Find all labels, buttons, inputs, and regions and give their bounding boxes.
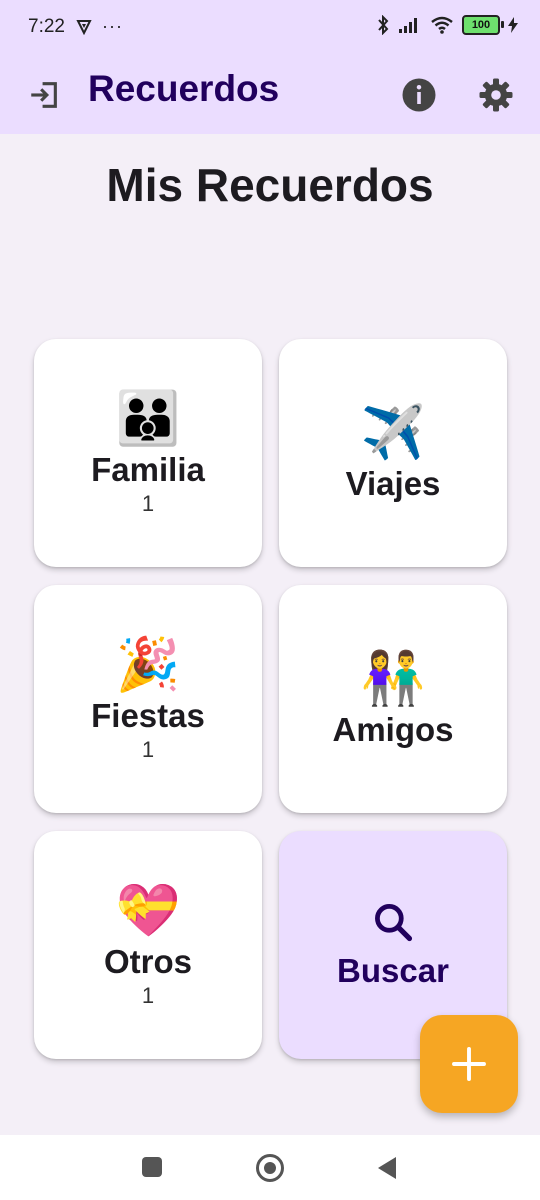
add-memory-fab[interactable]: [420, 1015, 518, 1113]
category-label: Amigos: [332, 711, 454, 748]
heart-gift-icon: 💝: [115, 882, 181, 940]
settings-button[interactable]: [472, 71, 520, 119]
add-icon: [452, 1047, 486, 1081]
app-title: Recuerdos: [88, 68, 280, 109]
category-label: Fiestas: [91, 697, 205, 734]
category-label: Viajes: [345, 465, 441, 502]
system-nav-bar: [0, 1135, 540, 1200]
home-button[interactable]: [256, 1154, 284, 1182]
vpn-shield-icon: [76, 19, 92, 35]
category-count: 1: [141, 983, 155, 1008]
signal-icon: [399, 18, 417, 33]
category-count: 1: [141, 737, 155, 762]
wifi-icon: [431, 16, 453, 34]
settings-icon: [479, 78, 513, 112]
status-notification-icons: ···: [76, 16, 123, 37]
home-dot-icon: [264, 1162, 276, 1174]
category-card-otros[interactable]: 💝 Otros 1: [34, 831, 262, 1059]
family-icon: 👪: [115, 390, 181, 448]
battery-icon: 100: [462, 15, 504, 35]
charging-icon: [508, 17, 518, 33]
logout-icon: [31, 82, 57, 108]
recents-button[interactable]: [142, 1157, 162, 1177]
category-label: Familia: [91, 451, 205, 488]
status-system-icons: 100: [376, 15, 518, 35]
category-card-fiestas[interactable]: 🎉 Fiestas 1: [34, 585, 262, 813]
category-card-amigos[interactable]: 👫 Amigos: [279, 585, 507, 813]
bluetooth-icon: [378, 15, 389, 35]
category-count: 1: [141, 491, 155, 516]
back-button[interactable]: [376, 1156, 398, 1180]
info-button[interactable]: [395, 71, 443, 119]
status-time: 7:22: [28, 16, 65, 37]
info-icon: [402, 78, 436, 112]
search-icon: [375, 904, 413, 942]
page-title: Mis Recuerdos: [106, 159, 434, 211]
logout-button[interactable]: [20, 71, 68, 119]
more-notifications-icon: ···: [102, 16, 123, 36]
airplane-icon: ✈️: [360, 404, 426, 462]
party-popper-icon: 🎉: [115, 636, 181, 694]
category-label: Otros: [103, 943, 192, 980]
friends-icon: 👫: [360, 650, 426, 708]
category-card-viajes[interactable]: ✈️ Viajes: [279, 339, 507, 567]
app-bar: Recuerdos: [0, 56, 540, 134]
search-label: Buscar: [337, 952, 449, 989]
status-bar: 7:22 ··· 100: [0, 0, 540, 56]
category-card-familia[interactable]: 👪 Familia 1: [34, 339, 262, 567]
